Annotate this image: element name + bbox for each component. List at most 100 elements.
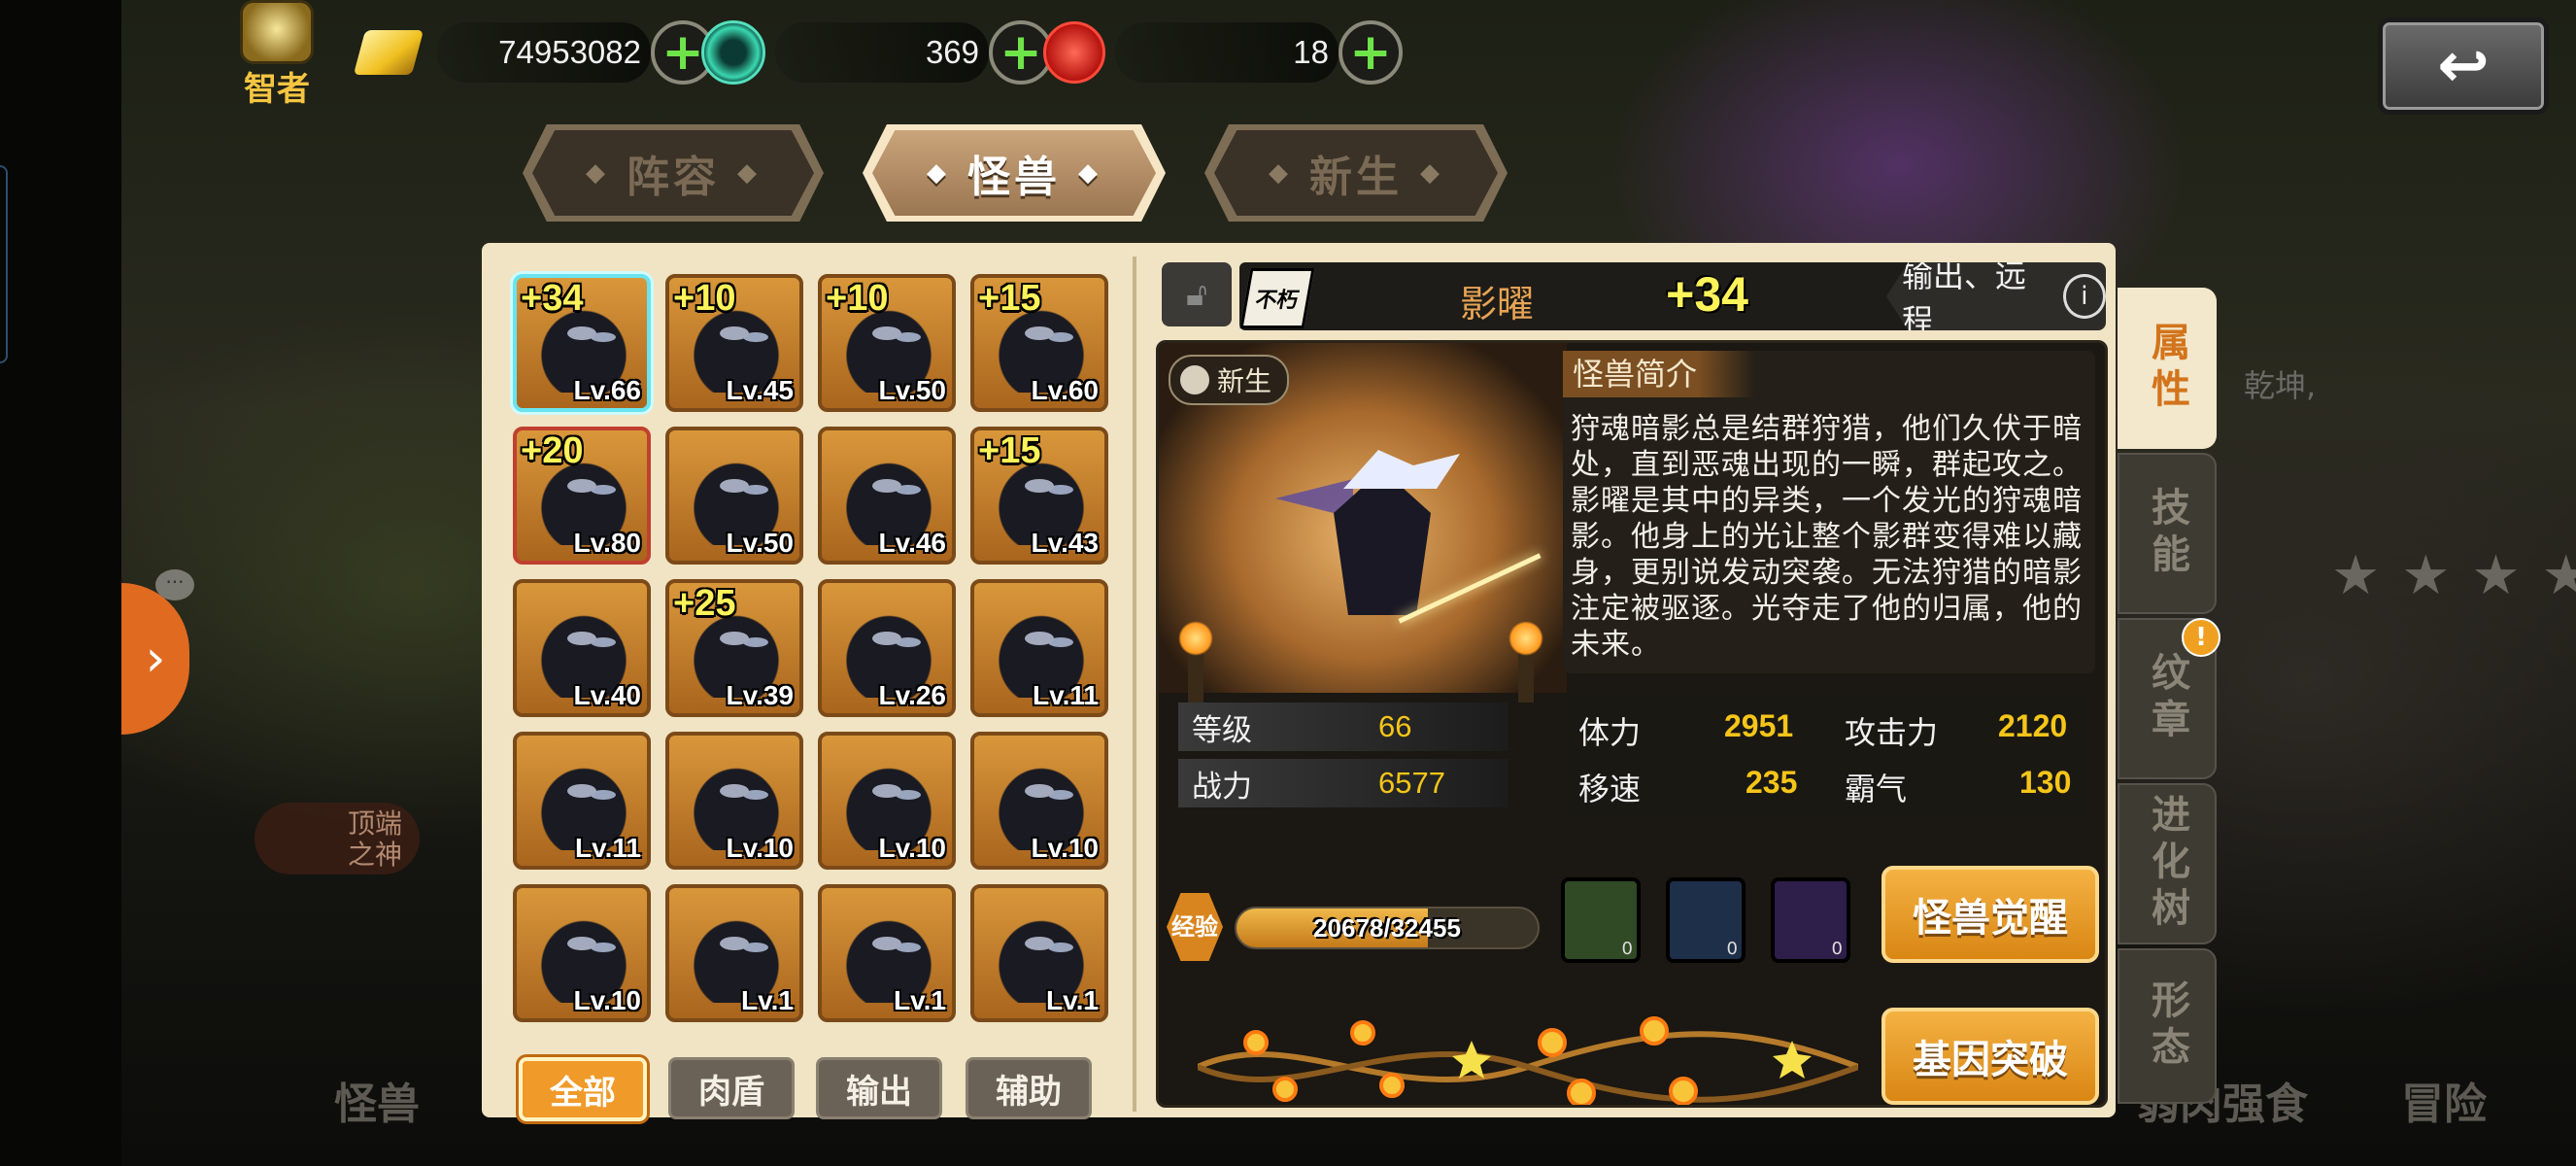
lightbulb-icon bbox=[240, 0, 314, 64]
newborn-tag[interactable]: 新生 bbox=[1169, 355, 1290, 405]
add-red-gem-button[interactable]: + bbox=[1339, 20, 1403, 85]
monster-level: Lv.11 bbox=[575, 833, 641, 863]
gold-resource: 74953082 + bbox=[353, 17, 715, 87]
gene-node bbox=[1538, 1028, 1567, 1057]
meat-leg-icon[interactable]: 0 bbox=[1666, 877, 1746, 963]
monster-card[interactable]: Lv.10 bbox=[970, 732, 1108, 870]
monster-card[interactable]: Lv.1 bbox=[665, 884, 803, 1022]
monster-plus-level: +34 bbox=[1666, 267, 1748, 322]
monster-card[interactable]: Lv.46 bbox=[818, 427, 956, 565]
rank-label: 智者 bbox=[244, 70, 310, 109]
gene-star-icon bbox=[1452, 1041, 1491, 1079]
red-gem-icon bbox=[1043, 21, 1105, 84]
monster-card[interactable]: +20 Lv.80 bbox=[513, 427, 651, 565]
torch-icon bbox=[1508, 621, 1543, 703]
gene-node bbox=[1379, 1073, 1405, 1098]
awaken-button[interactable]: 怪兽觉醒 bbox=[1881, 866, 2099, 963]
chat-bubble-icon[interactable]: ··· bbox=[155, 569, 194, 600]
monster-card[interactable]: Lv.10 bbox=[513, 884, 651, 1022]
torch-icon bbox=[1178, 621, 1213, 703]
steak-icon[interactable]: 0 bbox=[1771, 877, 1850, 963]
screen-edge-indicator bbox=[0, 165, 8, 363]
monster-level: Lv.10 bbox=[726, 833, 794, 863]
monster-level: Lv.11 bbox=[1033, 680, 1099, 710]
green-gem-amount: 369 bbox=[775, 22, 989, 83]
top-god-tag[interactable]: 顶端之神 bbox=[254, 803, 420, 874]
monster-level: Lv.80 bbox=[573, 528, 641, 558]
power-label: 战力 bbox=[1192, 769, 1252, 805]
monster-level: Lv.10 bbox=[878, 833, 946, 863]
pane-divider bbox=[1133, 257, 1136, 1112]
monster-level: Lv.46 bbox=[878, 528, 946, 558]
monster-card[interactable]: +15 Lv.43 bbox=[970, 427, 1108, 565]
monster-card[interactable]: Lv.11 bbox=[513, 732, 651, 870]
hp-value: 2951 bbox=[1724, 708, 1794, 743]
rank-badge[interactable]: 智者 bbox=[233, 0, 321, 109]
monster-card[interactable]: Lv.26 bbox=[818, 579, 956, 717]
monster-card[interactable]: +34 Lv.66 bbox=[513, 274, 651, 412]
intro-title: 怪兽简介 bbox=[1563, 351, 1756, 397]
nav-monster[interactable]: 怪兽 bbox=[334, 1069, 420, 1131]
monster-plus-badge: +25 bbox=[673, 583, 736, 624]
filter-all[interactable]: 全部 bbox=[519, 1057, 647, 1121]
info-icon[interactable]: i bbox=[2062, 274, 2106, 319]
monster-level: Lv.60 bbox=[1031, 375, 1099, 405]
gene-break-button[interactable]: 基因突破 bbox=[1881, 1008, 2099, 1105]
side-tab-evolution-tree[interactable]: 进化树 bbox=[2118, 783, 2217, 944]
newborn-label: 新生 bbox=[1217, 365, 1272, 397]
role-text: 输出、远程 bbox=[1902, 257, 2027, 339]
monster-card[interactable]: Lv.1 bbox=[818, 884, 956, 1022]
monster-level: Lv.40 bbox=[573, 680, 641, 710]
item-count: 0 bbox=[1621, 939, 1633, 959]
monster-level: Lv.1 bbox=[1046, 985, 1099, 1015]
monster-name-bar: 不朽 影曜 +34 bbox=[1239, 262, 1943, 330]
lock-icon[interactable]: 🔓︎ bbox=[1162, 262, 1232, 326]
monster-plus-badge: +20 bbox=[521, 430, 584, 471]
filter-dps[interactable]: 输出 bbox=[816, 1057, 942, 1119]
filter-support[interactable]: 辅助 bbox=[966, 1057, 1092, 1119]
green-gem-resource: 369 + bbox=[701, 17, 1053, 87]
tab-rebirth[interactable]: ◆ 新生 ◆ bbox=[1204, 124, 1508, 222]
monster-card[interactable]: Lv.10 bbox=[665, 732, 803, 870]
monster-level: Lv.26 bbox=[878, 680, 946, 710]
gene-node bbox=[1350, 1020, 1375, 1046]
monster-card[interactable]: Lv.11 bbox=[970, 579, 1108, 717]
filter-tank[interactable]: 肉盾 bbox=[668, 1057, 795, 1119]
monster-card[interactable]: +25 Lv.39 bbox=[665, 579, 803, 717]
monster-level: Lv.39 bbox=[726, 680, 794, 710]
side-tab-attributes[interactable]: 属性 bbox=[2118, 288, 2217, 449]
tab-monster[interactable]: ◆ 怪兽 ◆ bbox=[863, 124, 1166, 222]
back-arrow-button[interactable]: ↩ bbox=[2378, 17, 2549, 115]
monster-card[interactable]: +10 Lv.45 bbox=[665, 274, 803, 412]
atk-value: 2120 bbox=[1998, 708, 2068, 743]
nav-adventure[interactable]: 冒险 bbox=[2401, 1069, 2487, 1131]
role-tag[interactable]: 输出、远程 i bbox=[1886, 262, 2106, 330]
tab-lineup[interactable]: ◆ 阵容 ◆ bbox=[523, 124, 824, 222]
dom-label: 霸气 bbox=[1845, 771, 1908, 807]
monster-card[interactable]: Lv.50 bbox=[665, 427, 803, 565]
gene-node bbox=[1272, 1077, 1298, 1102]
monster-panel: +34 Lv.66 +10 Lv.45 +10 Lv.50 +15 Lv.60 +20 Lv.80… bbox=[482, 243, 2116, 1121]
biohazard-icon bbox=[1180, 365, 1209, 394]
monster-card[interactable]: Lv.10 bbox=[818, 732, 956, 870]
side-tab-forms[interactable]: 形态 bbox=[2118, 948, 2217, 1104]
background-text: 乾坤, bbox=[2244, 367, 2317, 404]
monster-level: Lv.43 bbox=[1031, 528, 1099, 558]
monster-card[interactable]: Lv.40 bbox=[513, 579, 651, 717]
cabbage-icon[interactable]: 0 bbox=[1561, 877, 1641, 963]
gene-node bbox=[1669, 1077, 1698, 1105]
item-count: 0 bbox=[1831, 939, 1843, 959]
side-tab-skills[interactable]: 技能 bbox=[2118, 453, 2217, 614]
monster-card[interactable]: +15 Lv.60 bbox=[970, 274, 1108, 412]
monster-level: Lv.66 bbox=[573, 375, 641, 405]
monster-portrait bbox=[1275, 411, 1542, 664]
monster-plus-badge: +15 bbox=[978, 430, 1041, 471]
alert-icon: ! bbox=[2182, 618, 2220, 657]
monster-stage: 新生 怪兽简介 狩魂暗影总是结群狩猎，他们久伏于暗处，直到恶魂出现的一瞬，群起攻… bbox=[1156, 340, 2108, 1108]
intro-text: 狩魂暗影总是结群狩猎，他们久伏于暗处，直到恶魂出现的一瞬，群起攻之。影曜是其中的… bbox=[1571, 412, 2083, 662]
monster-card[interactable]: Lv.1 bbox=[970, 884, 1108, 1022]
gold-bar-icon bbox=[353, 30, 424, 75]
monster-card[interactable]: +10 Lv.50 bbox=[818, 274, 956, 412]
monster-plus-badge: +15 bbox=[978, 278, 1041, 319]
star-rating-icon: ★★★★ bbox=[2331, 544, 2576, 607]
